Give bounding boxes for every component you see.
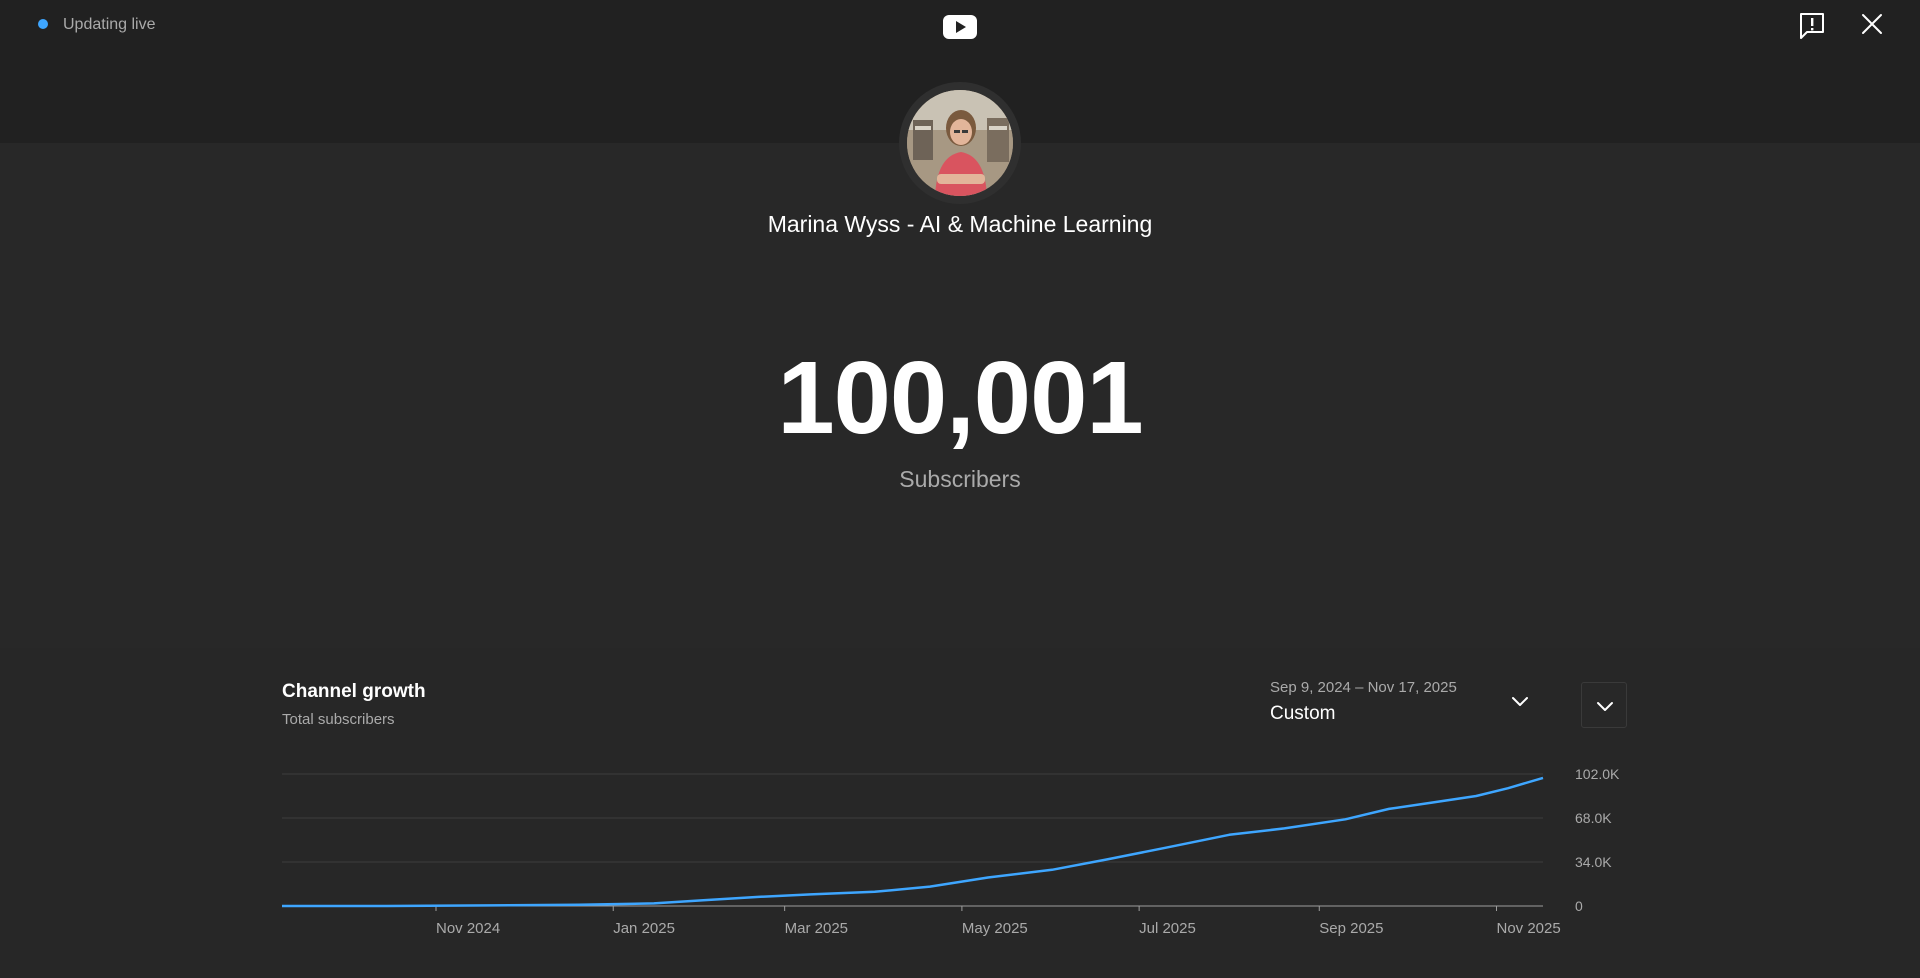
chevron-down-icon — [1597, 702, 1613, 711]
close-icon[interactable] — [1861, 13, 1883, 35]
date-range-mode: Custom — [1270, 703, 1336, 724]
expand-chart-button[interactable] — [1581, 682, 1627, 728]
subscriber-count: 100,001 — [777, 340, 1143, 455]
channel-avatar[interactable] — [907, 90, 1013, 196]
feedback-icon[interactable] — [1799, 12, 1825, 40]
growth-title: Channel growth — [282, 681, 426, 702]
live-dot-icon — [38, 19, 48, 29]
subscriber-label: Subscribers — [899, 466, 1021, 492]
growth-subtitle: Total subscribers — [282, 711, 395, 728]
avatar-portrait-icon — [907, 90, 1013, 196]
channel-name: Marina Wyss - AI & Machine Learning — [767, 211, 1153, 237]
date-range-dates: Sep 9, 2024 – Nov 17, 2025 — [1270, 679, 1457, 696]
youtube-logo-icon[interactable] — [943, 14, 977, 40]
date-range-dropdown[interactable]: Sep 9, 2024 – Nov 17, 2025 Custom — [1270, 676, 1536, 732]
live-indicator: Updating live — [38, 16, 156, 34]
live-status-label: Updating live — [63, 16, 156, 33]
chevron-down-icon — [1512, 697, 1528, 706]
